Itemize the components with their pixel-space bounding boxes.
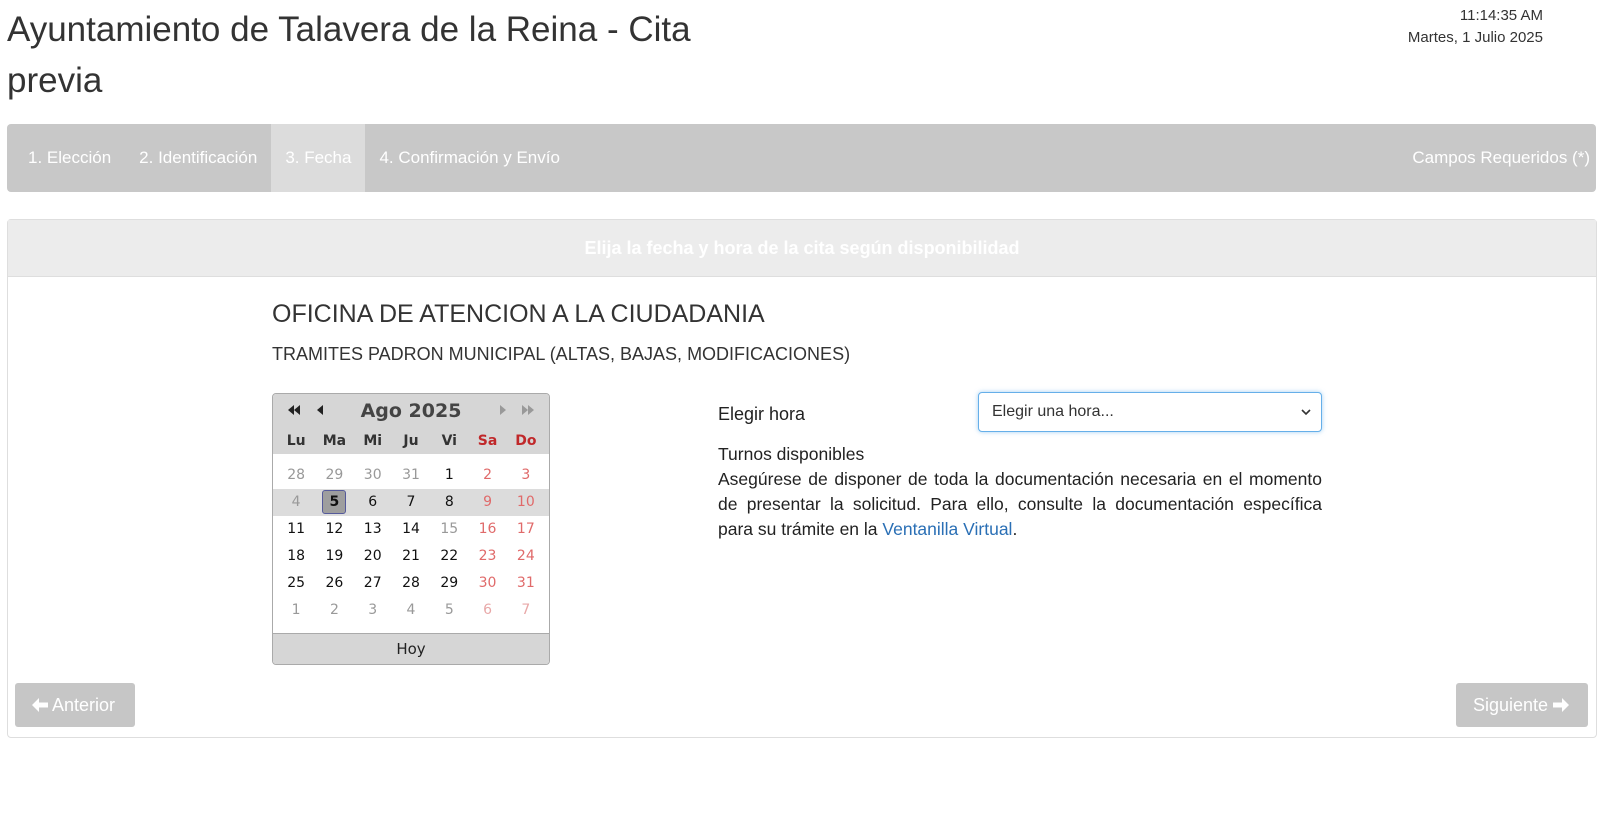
- right-icon[interactable]: [489, 404, 515, 418]
- calendar-day: 6: [483, 602, 493, 618]
- turnos-disponibles: Turnos disponibles: [718, 444, 865, 464]
- calendar-day[interactable]: 21: [392, 543, 430, 570]
- calendar-day[interactable]: 11: [277, 516, 315, 543]
- arrow-right-icon: [1553, 695, 1570, 715]
- wizard-steps: 1. Elección 2. Identificación 3. Fecha 4…: [7, 124, 1596, 192]
- calendar-day[interactable]: 6: [354, 489, 392, 516]
- info-text-before: Asegúrese de disponer de toda la documen…: [718, 469, 1322, 539]
- calendar-week-row: 28 29 30 31 1 2 3: [273, 462, 549, 489]
- calendar-week-row: 11 12 13 14 15 16 17: [273, 516, 549, 543]
- left-icon[interactable]: [307, 404, 333, 418]
- calendar-day[interactable]: 12: [315, 516, 353, 543]
- calendar-day[interactable]: 23: [468, 543, 506, 570]
- weekday-header: Vi: [441, 433, 457, 449]
- calendar-day[interactable]: 8: [430, 489, 468, 516]
- anterior-button[interactable]: Anterior: [15, 683, 135, 727]
- calendar-day: 3: [368, 602, 378, 618]
- calendar-day: 4: [406, 602, 416, 618]
- calendar-day[interactable]: 1: [430, 462, 468, 489]
- siguiente-label: Siguiente: [1473, 695, 1549, 715]
- panel-heading: Elija la fecha y hora de la cita según d…: [8, 220, 1596, 277]
- datepicker-month: Ago 2025: [360, 400, 462, 422]
- calendar-day[interactable]: 14: [392, 516, 430, 543]
- hora-select-value: Elegir una hora...: [992, 403, 1114, 420]
- weekday-header: Ma: [322, 433, 347, 449]
- calendar-day: 30: [363, 467, 382, 483]
- calendar-day: 7: [521, 602, 531, 618]
- calendar-day[interactable]: 26: [315, 570, 353, 597]
- calendar-day: 28: [287, 467, 306, 483]
- calendar-day[interactable]: 25: [277, 570, 315, 597]
- step-confirmacion[interactable]: 4. Confirmación y Envío: [365, 124, 573, 192]
- calendar-day-selected[interactable]: 5: [315, 489, 353, 516]
- double-left-icon[interactable]: [281, 404, 307, 418]
- calendar-week-row: 4 5 6 7 8 9 10: [273, 489, 549, 516]
- step-identificacion[interactable]: 2. Identificación: [125, 124, 271, 192]
- info-block: Turnos disponibles Asegúrese de disponer…: [718, 442, 1322, 542]
- datepicker-days: 28 29 30 31 1 2 3 4 5 6 7 8 9 10 11 12 13 14 15 16 17 18 19 20 2…: [273, 454, 549, 624]
- ventanilla-virtual-link[interactable]: Ventanilla Virtual: [882, 519, 1012, 539]
- calendar-day[interactable]: 20: [354, 543, 392, 570]
- weekday-header: Sa: [477, 433, 498, 449]
- weekday-header: Lu: [286, 433, 306, 449]
- calendar-day: 2: [329, 602, 339, 618]
- calendar-day: 31: [402, 467, 420, 483]
- calendar-day[interactable]: 7: [392, 489, 430, 516]
- hora-select[interactable]: Elegir una hora...: [978, 392, 1322, 432]
- info-text-after: .: [1012, 519, 1018, 539]
- tramite-name: TRAMITES PADRON MUNICIPAL (ALTAS, BAJAS,…: [272, 344, 851, 364]
- calendar-day[interactable]: 19: [315, 543, 353, 570]
- calendar-day[interactable]: 29: [430, 570, 468, 597]
- step-eleccion[interactable]: 1. Elección: [7, 124, 125, 192]
- info-text: Asegúrese de disponer de toda la documen…: [718, 467, 1322, 542]
- weekday-header: Ju: [403, 433, 419, 449]
- hora-label: Elegir hora: [718, 404, 806, 424]
- datepicker-header: Ago 2025 Lu Ma Mi Ju Vi Sa Do: [273, 394, 549, 454]
- step-fecha[interactable]: 3. Fecha: [271, 124, 366, 192]
- calendar-day: 15: [440, 521, 459, 537]
- clock-date: Martes, 1 Julio 2025: [1407, 29, 1543, 46]
- calendar-week-row: 25 26 27 28 29 30 31: [273, 570, 549, 597]
- calendar-day[interactable]: 10: [507, 489, 545, 516]
- calendar-day[interactable]: 9: [468, 489, 506, 516]
- weekday-header: Mi: [363, 433, 383, 449]
- calendar-day: 5: [444, 602, 454, 618]
- office-name: OFICINA DE ATENCION A LA CIUDADANIA: [272, 300, 765, 328]
- page-title: Ayuntamiento de Talavera de la Reina - C…: [7, 10, 691, 100]
- calendar-day[interactable]: 27: [354, 570, 392, 597]
- weekday-header: Do: [515, 433, 537, 449]
- calendar-day[interactable]: 18: [277, 543, 315, 570]
- calendar-week-row: 18 19 20 21 22 23 24: [273, 543, 549, 570]
- calendar-day: 1: [291, 602, 301, 618]
- clock-time: 11:14:35 AM: [1459, 7, 1543, 24]
- calendar-day[interactable]: 17: [507, 516, 545, 543]
- calendar-day[interactable]: 28: [392, 570, 430, 597]
- required-fields-note: Campos Requeridos (*): [1412, 148, 1590, 167]
- siguiente-button[interactable]: Siguiente: [1456, 683, 1588, 727]
- clock: 11:14:35 AM Martes, 1 Julio 2025: [1408, 5, 1543, 49]
- datepicker-weekdays: Lu Ma Mi Ju Vi Sa Do: [273, 428, 549, 454]
- calendar-day[interactable]: 3: [507, 462, 545, 489]
- arrow-left-icon: [32, 695, 48, 715]
- calendar-day: 4: [291, 494, 301, 510]
- calendar-day[interactable]: 31: [507, 570, 545, 597]
- calendar-day[interactable]: 30: [468, 570, 506, 597]
- calendar-day[interactable]: 22: [430, 543, 468, 570]
- datepicker: Ago 2025 Lu Ma Mi Ju Vi Sa Do 28 29 30 31 1 2 3 4 5 6 7 8…: [272, 393, 550, 665]
- today-button[interactable]: Hoy: [273, 633, 549, 664]
- double-right-icon[interactable]: [515, 404, 541, 418]
- calendar-day: 29: [325, 467, 344, 483]
- calendar-day[interactable]: 24: [507, 543, 545, 570]
- calendar-day[interactable]: 2: [468, 462, 506, 489]
- chevron-down-icon: [1301, 393, 1311, 431]
- calendar-day[interactable]: 13: [354, 516, 392, 543]
- calendar-day[interactable]: 16: [468, 516, 506, 543]
- calendar-week-row: 1 2 3 4 5 6 7: [273, 597, 549, 624]
- anterior-label: Anterior: [52, 695, 116, 715]
